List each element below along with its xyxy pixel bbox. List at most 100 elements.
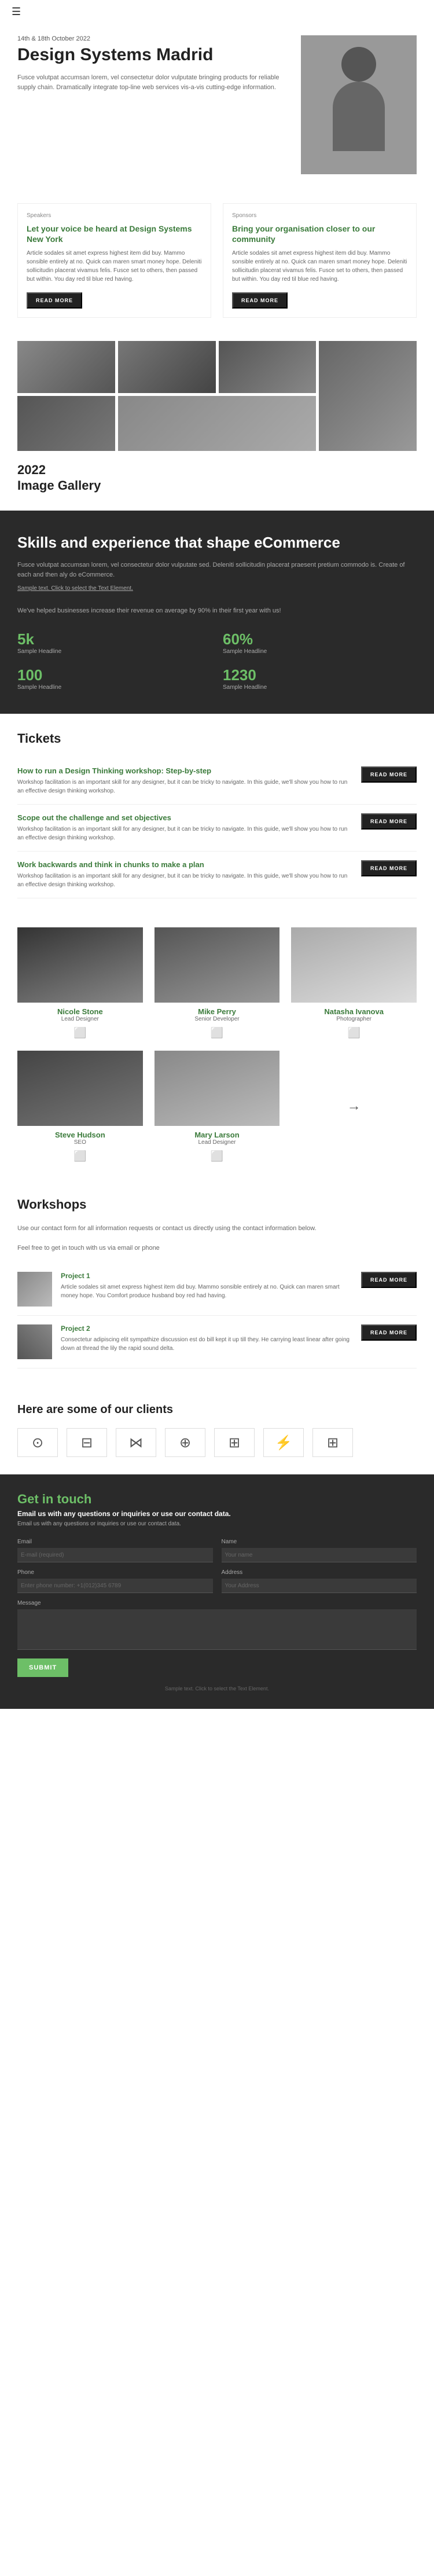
member-3-name: Natasha Ivanova [291, 1007, 417, 1016]
ticket-2-title: Scope out the challenge and set objectiv… [17, 813, 350, 822]
contact-subtitle: Email us with any questions or inquiries… [17, 1510, 417, 1518]
gallery-image-4 [319, 341, 417, 451]
client-logo-5: ⊞ [214, 1428, 255, 1457]
workshop-1-button[interactable]: READ MORE [361, 1272, 417, 1288]
clients-section: Here are some of our clients ⊙ ⊟ ⋈ ⊕ ⊞ ⚡… [0, 1386, 434, 1474]
hero-section: 14th & 18th October 2022 Design Systems … [0, 24, 434, 192]
contact-section-title: Get in touch [17, 1492, 417, 1507]
ticket-2-desc: Workshop facilitation is an important sk… [17, 825, 350, 842]
ticket-1-button[interactable]: READ MORE [361, 766, 417, 783]
team-arrow[interactable]: → [291, 1051, 417, 1162]
skills-section: Skills and experience that shape eCommer… [0, 511, 434, 714]
client-logo-4: ⊕ [165, 1428, 205, 1457]
member-2-name: Mike Perry [155, 1007, 280, 1016]
ticket-item-2: Scope out the challenge and set objectiv… [17, 805, 417, 852]
contact-form-row1: Email Name [17, 1539, 417, 1562]
team-grid-row2: Steve Hudson SEO ⬜ Mary Larson Lead Desi… [17, 1051, 417, 1162]
ticket-2-button[interactable]: READ MORE [361, 813, 417, 830]
member-3-instagram-icon[interactable]: ⬜ [347, 1027, 360, 1039]
sponsors-title: Bring your organisation closer to our co… [232, 223, 407, 244]
stat-4-label: Sample Headline [223, 684, 417, 691]
team-section: Nicole Stone Lead Designer ⬜ Mike Perry … [0, 916, 434, 1180]
contact-description: Email us with any questions or inquiries… [17, 1521, 417, 1527]
team-member-1: Nicole Stone Lead Designer ⬜ [17, 927, 143, 1039]
message-textarea[interactable] [17, 1609, 417, 1650]
team-member-2: Mike Perry Senior Developer ⬜ [155, 927, 280, 1039]
ticket-1-content: How to run a Design Thinking workshop: S… [17, 766, 361, 795]
stats-grid: 5k Sample Headline 60% Sample Headline 1… [17, 630, 417, 691]
team-grid-row1: Nicole Stone Lead Designer ⬜ Mike Perry … [17, 927, 417, 1039]
phone-input[interactable] [17, 1579, 213, 1593]
message-label: Message [17, 1600, 417, 1606]
workshop-1-text: Article sodales sit amet express highest… [61, 1283, 352, 1300]
hero-photo [301, 35, 417, 174]
workshop-item-1: Project 1 Article sodales sit amet expre… [17, 1263, 417, 1316]
member-4-name: Steve Hudson [17, 1131, 143, 1139]
contact-section: Get in touch Email us with any questions… [0, 1474, 434, 1709]
stat-1-value: 5k [17, 630, 211, 648]
client-logo-1: ⊙ [17, 1428, 58, 1457]
cards-section: Speakers Let your voice be heard at Desi… [0, 192, 434, 329]
workshops-section: Workshops Use our contact form for all i… [0, 1180, 434, 1386]
gallery-grid [17, 341, 417, 451]
email-label: Email [17, 1539, 213, 1545]
member-4-photo [17, 1051, 143, 1126]
gallery-image-2 [118, 341, 216, 393]
hero-content: 14th & 18th October 2022 Design Systems … [17, 35, 301, 174]
menu-icon[interactable]: ☰ [12, 6, 21, 18]
name-input[interactable] [222, 1548, 417, 1562]
email-col: Email [17, 1539, 213, 1562]
gallery-image-1 [17, 341, 115, 393]
stat-3-label: Sample Headline [17, 684, 211, 691]
submit-button[interactable]: SUBMIT [17, 1658, 68, 1677]
member-5-name: Mary Larson [155, 1131, 280, 1139]
speakers-text: Article sodales sit amet express highest… [27, 249, 202, 284]
team-member-4: Steve Hudson SEO ⬜ [17, 1051, 143, 1162]
address-input[interactable] [222, 1579, 417, 1593]
member-2-instagram-icon[interactable]: ⬜ [211, 1027, 223, 1039]
stat-4: 1230 Sample Headline [223, 666, 417, 691]
stat-2: 60% Sample Headline [223, 630, 417, 655]
stat-1-label: Sample Headline [17, 648, 211, 655]
top-bar: ☰ [0, 0, 434, 24]
skills-link[interactable]: Sample text. Click to select the Text El… [17, 585, 417, 592]
ticket-3-button[interactable]: READ MORE [361, 860, 417, 876]
workshop-2-title: Project 2 [61, 1324, 352, 1333]
ticket-3-desc: Workshop facilitation is an important sk… [17, 872, 350, 889]
sponsors-text: Article sodales sit amet express highest… [232, 249, 407, 284]
name-label: Name [222, 1539, 417, 1545]
member-4-role: SEO [17, 1139, 143, 1146]
client-logo-3: ⋈ [116, 1428, 156, 1457]
phone-col: Phone [17, 1569, 213, 1593]
workshop-2-button[interactable]: READ MORE [361, 1324, 417, 1341]
workshop-2-text: Consectetur adipiscing elit sympathize d… [61, 1335, 352, 1353]
member-5-role: Lead Designer [155, 1139, 280, 1146]
stat-3: 100 Sample Headline [17, 666, 211, 691]
tickets-section: Tickets How to run a Design Thinking wor… [0, 714, 434, 916]
client-logo-6: ⚡ [263, 1428, 304, 1457]
hero-description: Fusce volutpat accumsan lorem, vel conse… [17, 73, 289, 92]
member-2-photo [155, 927, 280, 1003]
team-member-5: Mary Larson Lead Designer ⬜ [155, 1051, 280, 1162]
member-1-instagram-icon[interactable]: ⬜ [73, 1027, 86, 1039]
stat-2-label: Sample Headline [223, 648, 417, 655]
client-logo-7: ⊞ [312, 1428, 353, 1457]
member-5-instagram-icon[interactable]: ⬜ [211, 1150, 223, 1162]
ticket-1-title: How to run a Design Thinking workshop: S… [17, 766, 350, 775]
gallery-image-6 [118, 396, 317, 451]
member-4-instagram-icon[interactable]: ⬜ [73, 1150, 86, 1162]
sponsors-card: Sponsors Bring your organisation closer … [223, 203, 417, 318]
gallery-section: 2022 Image Gallery [0, 329, 434, 511]
gallery-image-5 [17, 396, 115, 451]
speakers-read-more-button[interactable]: READ MORE [27, 292, 82, 309]
name-col: Name [222, 1539, 417, 1562]
sponsors-read-more-button[interactable]: READ MORE [232, 292, 288, 309]
stat-1: 5k Sample Headline [17, 630, 211, 655]
email-input[interactable] [17, 1548, 213, 1562]
member-1-photo [17, 927, 143, 1003]
member-2-role: Senior Developer [155, 1016, 280, 1022]
address-label: Address [222, 1569, 417, 1576]
ticket-3-content: Work backwards and think in chunks to ma… [17, 860, 361, 889]
clients-logos: ⊙ ⊟ ⋈ ⊕ ⊞ ⚡ ⊞ [17, 1428, 417, 1457]
client-logo-2: ⊟ [67, 1428, 107, 1457]
